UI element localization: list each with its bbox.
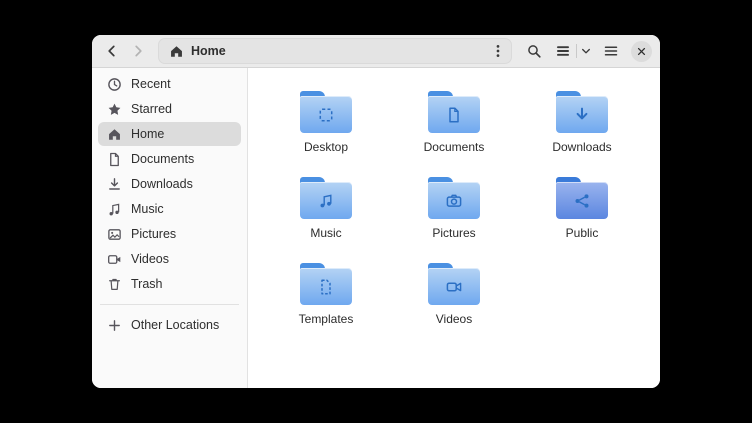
sidebar: Recent Starred Home Documents Downloads Music… (92, 68, 248, 388)
file-name: Desktop (304, 140, 348, 154)
file-name: Documents (424, 140, 485, 154)
folder-body (556, 182, 608, 219)
clock-icon (106, 77, 122, 92)
video-icon (106, 252, 122, 267)
music-icon (106, 202, 122, 217)
folder-body (428, 268, 480, 305)
file-name: Public (566, 226, 599, 240)
sidebar-item-label: Recent (131, 77, 171, 91)
image-icon (106, 227, 122, 242)
sidebar-item-music[interactable]: Music (98, 197, 241, 221)
plus-icon (106, 318, 122, 333)
sidebar-item-label: Other Locations (131, 318, 219, 332)
sidebar-item-videos[interactable]: Videos (98, 247, 241, 271)
file-item-public[interactable]: Public (518, 172, 646, 245)
folder-body (556, 96, 608, 133)
back-button[interactable] (100, 39, 124, 63)
file-grid: Desktop Documents Downloads Music Pictures Pu… (262, 86, 660, 331)
sidebar-item-other-locations[interactable]: Other Locations (98, 313, 241, 337)
sidebar-item-label: Videos (131, 252, 169, 266)
sidebar-list: Recent Starred Home Documents Downloads Music… (98, 72, 241, 296)
star-icon (106, 102, 122, 117)
search-icon (526, 43, 542, 59)
sidebar-item-pictures[interactable]: Pictures (98, 222, 241, 246)
sidebar-item-label: Downloads (131, 177, 193, 191)
sidebar-separator (100, 304, 239, 305)
file-browser-pane: Desktop Documents Downloads Music Pictures Pu… (248, 68, 660, 388)
file-name: Videos (436, 312, 472, 326)
download-emblem-icon (572, 105, 592, 125)
sidebar-item-trash[interactable]: Trash (98, 272, 241, 296)
files-window: Home (92, 35, 660, 388)
sidebar-item-documents[interactable]: Documents (98, 147, 241, 171)
file-name: Downloads (552, 140, 611, 154)
sidebar-item-starred[interactable]: Starred (98, 97, 241, 121)
desktop-background: Home (0, 0, 752, 423)
file-item-documents[interactable]: Documents (390, 86, 518, 159)
path-label: Home (191, 44, 226, 58)
sidebar-item-home[interactable]: Home (98, 122, 241, 146)
home-icon (169, 44, 184, 59)
window-close-button[interactable] (631, 41, 652, 62)
kebab-icon (490, 43, 506, 59)
desktop-emblem-icon (316, 105, 336, 125)
folder-body (428, 96, 480, 133)
main-menu-button[interactable] (599, 39, 623, 63)
view-toggle-split-button (550, 39, 595, 63)
sidebar-item-recent[interactable]: Recent (98, 72, 241, 96)
file-item-music[interactable]: Music (262, 172, 390, 245)
download-icon (106, 177, 122, 192)
hamburger-icon (603, 43, 619, 59)
folder-body (300, 268, 352, 305)
trash-icon (106, 277, 122, 292)
document-icon (106, 152, 122, 167)
sidebar-item-label: Starred (131, 102, 172, 116)
folder-body (300, 96, 352, 133)
path-bar[interactable]: Home (158, 38, 512, 64)
sidebar-item-label: Documents (131, 152, 194, 166)
folder-icon (556, 91, 608, 133)
folder-icon (300, 91, 352, 133)
file-item-pictures[interactable]: Pictures (390, 172, 518, 245)
file-name: Music (310, 226, 341, 240)
sidebar-item-label: Music (131, 202, 164, 216)
folder-icon (428, 177, 480, 219)
home-icon (106, 127, 122, 142)
sidebar-item-downloads[interactable]: Downloads (98, 172, 241, 196)
file-name: Templates (299, 312, 354, 326)
sidebar-item-label: Pictures (131, 227, 176, 241)
window-body: Recent Starred Home Documents Downloads Music… (92, 68, 660, 388)
search-button[interactable] (522, 39, 546, 63)
video-emblem-icon (444, 277, 464, 297)
chevron-left-icon (104, 43, 120, 59)
folder-icon (300, 177, 352, 219)
list-view-icon (555, 43, 571, 59)
sidebar-item-label: Home (131, 127, 164, 141)
folder-icon (556, 177, 608, 219)
header-bar: Home (92, 35, 660, 68)
location-menu-button[interactable] (487, 41, 509, 61)
file-item-desktop[interactable]: Desktop (262, 86, 390, 159)
view-options-button[interactable] (577, 39, 595, 63)
file-item-videos[interactable]: Videos (390, 258, 518, 331)
folder-icon (428, 263, 480, 305)
folder-icon (428, 91, 480, 133)
view-list-button[interactable] (550, 39, 576, 63)
chevron-down-icon (580, 45, 592, 57)
camera-emblem-icon (444, 191, 464, 211)
music-emblem-icon (316, 191, 336, 211)
template-emblem-icon (316, 277, 336, 297)
chevron-right-icon (130, 43, 146, 59)
file-item-templates[interactable]: Templates (262, 258, 390, 331)
folder-icon (300, 263, 352, 305)
folder-body (300, 182, 352, 219)
file-item-downloads[interactable]: Downloads (518, 86, 646, 159)
share-emblem-icon (572, 191, 592, 211)
document-emblem-icon (444, 105, 464, 125)
forward-button[interactable] (126, 39, 150, 63)
sidebar-item-label: Trash (131, 277, 163, 291)
file-name: Pictures (432, 226, 475, 240)
folder-body (428, 182, 480, 219)
close-icon (635, 45, 648, 58)
